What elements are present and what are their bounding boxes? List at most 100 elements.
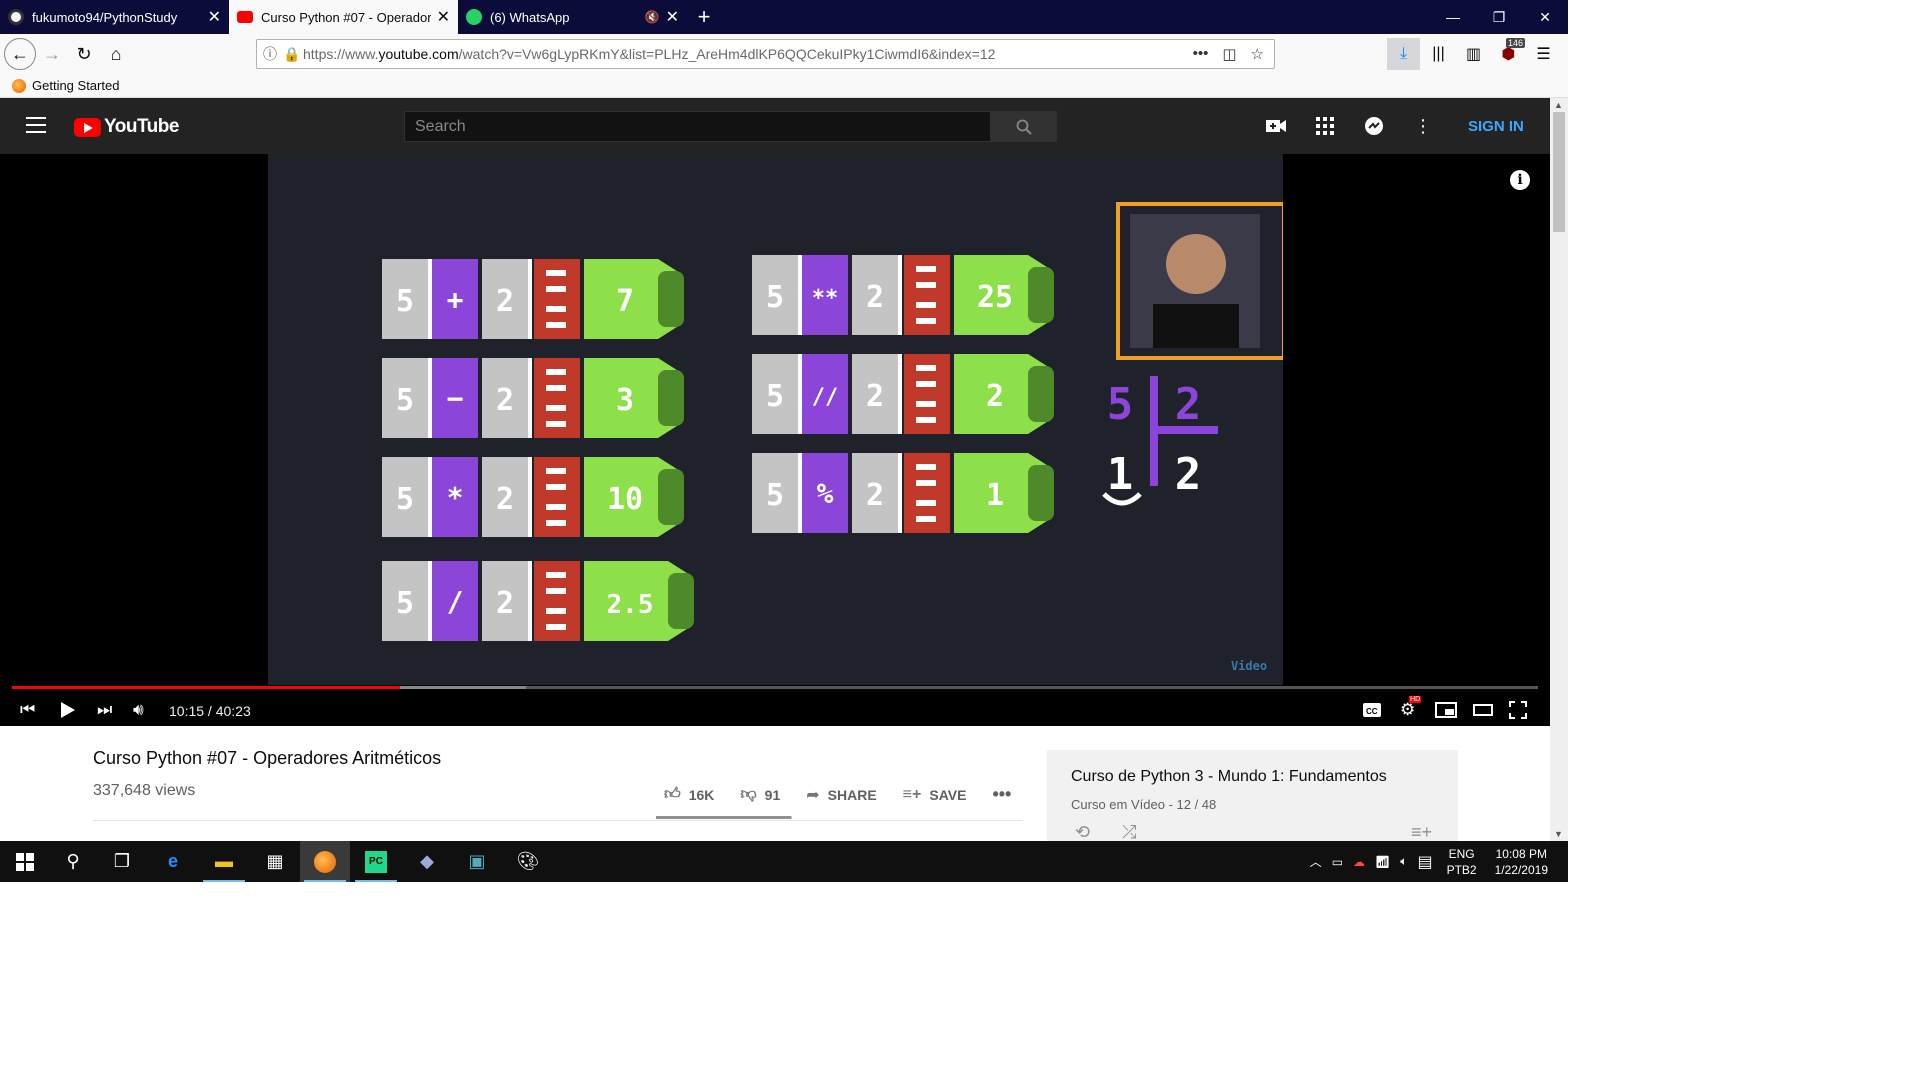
close-window-button[interactable]: ✕ xyxy=(1522,0,1568,34)
minimize-button[interactable]: — xyxy=(1430,0,1476,34)
notes-app-icon[interactable]: ◆ xyxy=(402,841,452,882)
shuffle-icon[interactable]: ⤮ xyxy=(1122,822,1136,843)
operand-label: 5 xyxy=(396,586,414,621)
result-label: 10 xyxy=(607,482,643,517)
playlist-menu-icon[interactable]: ≡+ xyxy=(1411,822,1432,843)
equation-row-left-2: 5 * 2 10 xyxy=(382,457,684,537)
scroll-up-icon[interactable]: ▲ xyxy=(1554,100,1563,110)
like-button[interactable]: 👍︎ 16K xyxy=(664,785,714,804)
clock[interactable]: 10:08 PM 1/22/2019 xyxy=(1495,846,1548,878)
tab-youtube[interactable]: Curso Python #07 - Operadores ✕ xyxy=(229,0,458,34)
firefox-taskbar-icon[interactable] xyxy=(300,841,350,882)
address-bar[interactable]: ⓘ 🔒 https://www.youtube.com/watch?v=Vw6g… xyxy=(256,39,1275,69)
sidebar-icon[interactable]: ▥ xyxy=(1457,38,1490,70)
page-actions-icon[interactable]: ••• xyxy=(1193,45,1209,63)
share-button[interactable]: ➦ SHARE xyxy=(806,785,876,805)
remote-desktop-icon[interactable]: ▣ xyxy=(452,841,502,882)
volume-icon[interactable]: 🔊︎ xyxy=(133,698,144,722)
share-icon: ➦ xyxy=(806,786,820,804)
url-text[interactable]: https://www.youtube.com/watch?v=Vw6gLypR… xyxy=(303,46,1193,62)
play-icon xyxy=(61,702,75,718)
operand-label: 2 xyxy=(496,383,514,418)
miniplayer-icon[interactable] xyxy=(1435,698,1457,722)
next-icon[interactable]: ⏭ xyxy=(97,698,112,722)
result-cap xyxy=(658,271,684,327)
file-explorer-icon[interactable]: ▬ xyxy=(199,841,249,882)
reload-button[interactable]: ↻ xyxy=(68,38,100,70)
time-display: 10:15 / 40:23 xyxy=(169,703,251,719)
close-tab-icon[interactable]: ✕ xyxy=(208,7,221,27)
close-tab-icon[interactable]: ✕ xyxy=(666,7,679,27)
windows-start-icon[interactable] xyxy=(0,841,50,882)
forward-button[interactable]: → xyxy=(36,38,68,70)
loop-playlist-icon[interactable]: ⟲ xyxy=(1075,822,1090,843)
sign-in-button[interactable]: SIGN IN xyxy=(1468,118,1524,135)
tab-title: Curso Python #07 - Operadores xyxy=(261,9,431,25)
video-player[interactable]: 5 +2 7 5−2 3 5 * 2 10 5/2 2.5 5 ** 2 25 5//2 2 5% 2 1 5 2 1 2 Vi… xyxy=(0,154,1550,726)
division-remainder: 1 xyxy=(1107,449,1134,500)
save-button[interactable]: ≡+ SAVE xyxy=(903,786,967,804)
restore-button[interactable]: ❐ xyxy=(1476,0,1522,34)
bookmark-star-icon[interactable]: ☆ xyxy=(1251,45,1264,63)
settings-icon[interactable]: ⚙ HD xyxy=(1400,696,1422,722)
ublock-icon[interactable]: ⬢ 146 xyxy=(1492,38,1525,70)
progress-bar[interactable] xyxy=(12,686,1538,689)
more-actions-icon[interactable]: ••• xyxy=(992,784,1011,805)
result-cap xyxy=(1028,465,1054,521)
pycharm-icon[interactable]: PC xyxy=(351,841,401,882)
show-hidden-icons[interactable]: ︿ xyxy=(1310,853,1322,870)
battery-icon[interactable]: ▭ xyxy=(1332,855,1343,869)
scroll-down-icon[interactable]: ▼ xyxy=(1554,829,1563,839)
pocket-icon[interactable]: ◫ xyxy=(1222,45,1236,63)
page-scrollbar[interactable]: ▲ ▼ xyxy=(1550,98,1568,841)
search-input[interactable]: Search xyxy=(404,111,991,142)
search-button[interactable] xyxy=(991,111,1057,142)
theater-mode-icon[interactable] xyxy=(1473,698,1493,722)
video-frame[interactable]: 5 +2 7 5−2 3 5 * 2 10 5/2 2.5 5 ** 2 25 5//2 2 5% 2 1 5 2 1 2 Vi… xyxy=(268,154,1286,685)
playlist-title[interactable]: Curso de Python 3 - Mundo 1: Fundamentos xyxy=(1071,768,1387,786)
home-button[interactable]: ⌂ xyxy=(100,38,132,70)
language-indicator[interactable]: ENG PTB2 xyxy=(1447,846,1477,878)
library-icon[interactable]: ||| xyxy=(1422,38,1455,70)
video-info-section: Curso Python #07 - Operadores Aritmético… xyxy=(0,726,1550,850)
notifications-icon[interactable]: ▤ xyxy=(1417,852,1432,872)
apps-grid-icon[interactable] xyxy=(1313,114,1337,138)
paint-icon[interactable]: 🎨︎ xyxy=(503,841,553,882)
close-tab-icon[interactable]: ✕ xyxy=(437,7,450,27)
messages-icon[interactable] xyxy=(1362,114,1386,138)
more-options-icon[interactable]: ⋮ xyxy=(1411,114,1435,138)
youtube-logo[interactable]: YouTube xyxy=(74,116,179,138)
menu-icon[interactable]: ☰ xyxy=(1527,38,1560,70)
mute-tab-icon[interactable]: 🔇 xyxy=(645,10,660,24)
site-info-icon[interactable]: ⓘ xyxy=(257,44,283,64)
wifi-icon[interactable]: 📶︎ xyxy=(1375,855,1390,869)
equation-row-left-1: 5−2 3 xyxy=(382,358,684,438)
tab-whatsapp[interactable]: (6) WhatsApp 🔇 ✕ xyxy=(458,0,687,34)
channel-watermark: Video xyxy=(1231,659,1267,673)
bookmark-getting-started[interactable]: Getting Started xyxy=(32,78,119,93)
downloads-icon[interactable]: ⤓ xyxy=(1387,38,1420,70)
antivirus-icon[interactable]: ☁ xyxy=(1353,855,1365,869)
dislike-button[interactable]: 👎︎ 91 xyxy=(740,785,780,804)
division-quotient: 2 xyxy=(1175,449,1202,500)
speaker-icon[interactable]: 🔈︎ xyxy=(1400,854,1407,869)
playlist-channel[interactable]: Curso em Vídeo xyxy=(1071,797,1165,812)
operator-label: / xyxy=(447,585,464,618)
search-icon[interactable]: ⚲ xyxy=(48,841,98,882)
back-button[interactable]: ← xyxy=(4,38,36,70)
result-cap xyxy=(1028,366,1054,422)
captions-icon[interactable]: CC xyxy=(1362,698,1382,722)
create-video-icon[interactable] xyxy=(1264,114,1288,138)
play-button[interactable] xyxy=(58,698,76,722)
task-view-icon[interactable]: ❐ xyxy=(97,841,147,882)
operand-label: 5 xyxy=(396,482,414,517)
edge-icon[interactable]: e xyxy=(148,841,198,882)
guide-menu-icon[interactable] xyxy=(26,117,46,133)
store-icon[interactable]: ▦ xyxy=(250,841,300,882)
fullscreen-icon[interactable] xyxy=(1509,698,1527,722)
info-icon[interactable]: i xyxy=(1510,170,1530,190)
tab-github[interactable]: fukumoto94/PythonStudy ✕ xyxy=(0,0,229,34)
previous-icon[interactable]: ⏮ xyxy=(20,698,35,722)
scroll-thumb[interactable] xyxy=(1553,112,1565,232)
new-tab-button[interactable]: + xyxy=(687,0,721,34)
